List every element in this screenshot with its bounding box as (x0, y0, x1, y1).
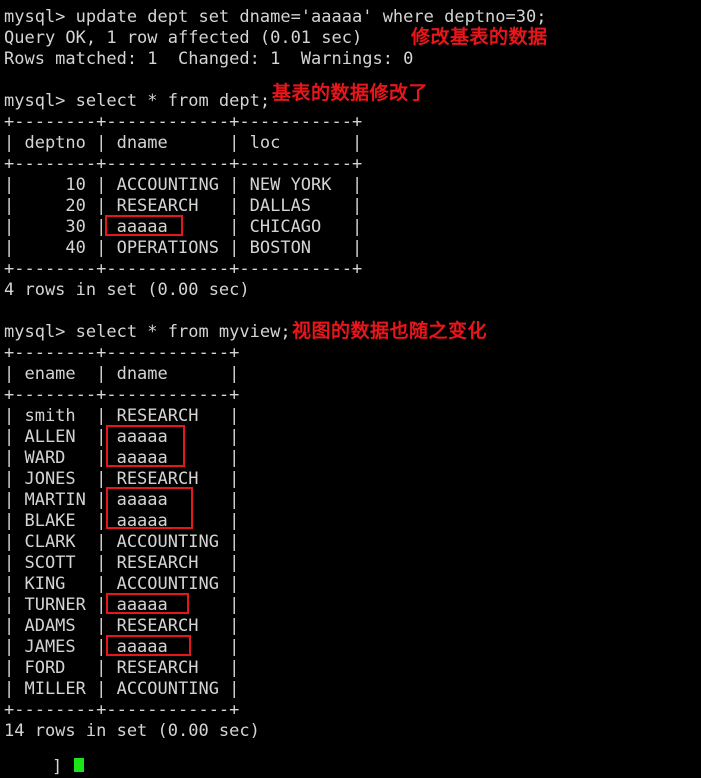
table-row: | 20 | RESEARCH | DALLAS | (4, 196, 363, 216)
update-result-query-ok: Query OK, 1 row affected (0.01 sec) (4, 28, 363, 48)
myview-table-header-border: +--------+------------+ (4, 385, 240, 405)
table-row: | WARD | aaaaa | (4, 448, 240, 468)
dept-table-row-count: 4 rows in set (0.00 sec) (4, 280, 250, 300)
command-select-dept: mysql> select * from dept; (4, 91, 271, 111)
terminal-cursor (74, 758, 84, 772)
table-row: | 30 | aaaaa | CHICAGO | (4, 217, 363, 237)
myview-table-top-border: +--------+------------+ (4, 343, 240, 363)
command-select-myview: mysql> select * from myview; (4, 322, 291, 342)
annotation-view-changed: 视图的数据也随之变化 (292, 320, 488, 342)
myview-table-header-row: | ename | dname | (4, 364, 240, 384)
table-row: | JAMES | aaaaa | (4, 637, 240, 657)
annotation-update-base-table: 修改基表的数据 (411, 26, 548, 48)
table-row: | smith | RESEARCH | (4, 406, 240, 426)
myview-table-row-count: 14 rows in set (0.00 sec) (4, 721, 260, 741)
table-row: | 10 | ACCOUNTING | NEW YORK | (4, 175, 363, 195)
table-row: | 40 | OPERATIONS | BOSTON | (4, 238, 363, 258)
table-row: | CLARK | ACCOUNTING | (4, 532, 240, 552)
table-row: | MILLER | ACCOUNTING | (4, 679, 240, 699)
dept-table-header-border: +--------+------------+-----------+ (4, 154, 363, 174)
terminal-window: mysql> update dept set dname='aaaaa' whe… (0, 0, 701, 777)
table-row: | BLAKE | aaaaa | (4, 511, 240, 531)
dept-table-bottom-border: +--------+------------+-----------+ (4, 259, 363, 279)
dept-table-header-row: | deptno | dname | loc | (4, 133, 363, 153)
table-row: | MARTIN | aaaaa | (4, 490, 240, 510)
table-row: | SCOTT | RESEARCH | (4, 553, 240, 573)
myview-table-bottom-border: +--------+------------+ (4, 700, 240, 720)
table-row: | KING | ACCOUNTING | (4, 574, 240, 594)
update-result-rows-matched: Rows matched: 1 Changed: 1 Warnings: 0 (4, 49, 414, 69)
annotation-base-table-changed: 基表的数据修改了 (272, 82, 429, 104)
command-update-statement: mysql> update dept set dname='aaaaa' whe… (4, 7, 547, 27)
dept-table-top-border: +--------+------------+-----------+ (4, 112, 363, 132)
table-row: | FORD | RESEARCH | (4, 658, 240, 678)
table-row: | ADAMS | RESEARCH | (4, 616, 240, 636)
table-row: | JONES | RESEARCH | (4, 469, 240, 489)
table-row: | ALLEN | aaaaa | (4, 427, 240, 447)
table-row: | TURNER | aaaaa | (4, 595, 240, 615)
